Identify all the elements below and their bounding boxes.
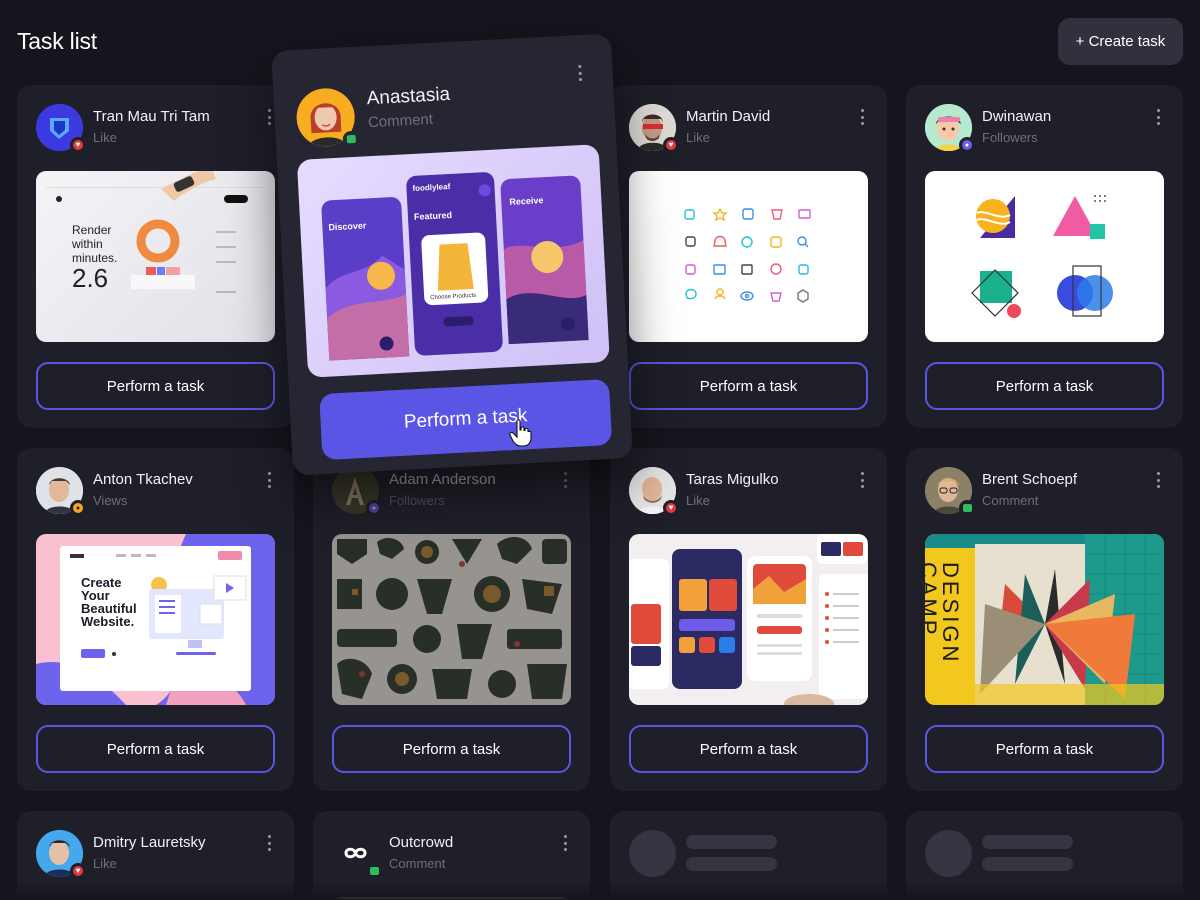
skeleton-line [686,835,777,849]
user-name: Adam Anderson [389,471,496,488]
heart-badge-icon: ♥ [70,863,86,879]
user-name: Brent Schoepf [982,471,1078,488]
hand-pointer-icon [509,419,532,447]
task-card: Brent Schoepf Comment DESIGN CAMP Perfor… [906,448,1183,791]
task-card: ● Anton Tkachev Views Create Your Beauti… [17,448,294,791]
comment-badge-icon [366,863,382,879]
avatar[interactable] [332,830,382,879]
create-task-button[interactable]: + Create task [1058,18,1183,65]
followers-badge-icon: ● [366,500,382,516]
more-options-icon[interactable] [576,65,583,82]
action-type: Comment [982,493,1039,508]
task-preview-image: Discover foodlyleaf Featured Receive Cho… [296,144,610,378]
more-options-icon[interactable] [562,472,568,488]
skeleton-line [982,857,1073,871]
more-options-icon[interactable] [266,472,272,488]
more-options-icon[interactable] [562,835,568,851]
bottom-fade [0,880,1200,900]
task-card: ♥ Martin David Like Perform a task [610,85,887,428]
user-name: Tran Mau Tri Tam [93,108,210,125]
task-preview-image: DESIGN CAMP [925,534,1164,705]
task-preview-image [629,534,868,705]
skeleton-line [982,835,1073,849]
user-name: Anastasia [366,83,451,110]
action-type: Like [686,493,710,508]
preview-text: Render [72,223,112,237]
preview-text: Featured [413,209,453,222]
task-card: ♥ Taras Migulko Like Perform a task [610,448,887,791]
preview-text: Website. [81,614,135,629]
preview-text: Receive [509,195,544,207]
preview-number: 2.6 [72,263,109,293]
dragged-task-card[interactable]: Anastasia Comment Discover foodlyleaf Fe… [271,33,633,476]
avatar[interactable]: ● [925,104,975,153]
preview-text: within [72,237,103,251]
heart-badge-icon: ♥ [70,137,86,153]
task-preview-image: Create Your Beautiful Website. [36,534,275,705]
preview-text: CAMP [925,562,941,638]
user-name: Martin David [686,108,771,125]
task-card: ● Adam Anderson Followers Perform a task [313,448,590,791]
more-options-icon[interactable] [859,472,865,488]
avatar[interactable]: ♥ [629,467,679,516]
avatar[interactable]: ● [36,467,86,516]
skeleton-avatar [925,830,972,877]
perform-task-button[interactable]: Perform a task [925,362,1164,410]
followers-badge-icon: ● [959,137,975,153]
heart-badge-icon: ♥ [663,500,679,516]
action-type: Views [93,493,128,508]
action-type: Like [93,856,117,871]
skeleton-avatar [629,830,676,877]
comment-badge-icon [959,500,975,516]
avatar[interactable] [925,467,975,516]
task-preview-image: Render within minutes. 2.6 [36,171,275,342]
task-preview-image [629,171,868,342]
avatar[interactable]: ♥ [629,104,679,153]
perform-task-button[interactable]: Perform a task [36,725,275,773]
more-options-icon[interactable] [266,109,272,125]
task-card: ♥ Tran Mau Tri Tam Like Render within mi… [17,85,294,428]
perform-task-button[interactable]: Perform a task [36,362,275,410]
action-type: Comment [389,856,446,871]
user-name: Taras Migulko [686,471,779,488]
user-name: Anton Tkachev [93,471,193,488]
page-title: Task list [17,28,97,54]
more-options-icon[interactable] [1155,109,1161,125]
skeleton-line [686,857,777,871]
more-options-icon[interactable] [1155,472,1161,488]
user-name: Dwinawan [982,108,1052,125]
action-type: Followers [982,130,1038,145]
task-preview-image [925,171,1164,342]
avatar[interactable] [295,86,360,148]
comment-badge-icon [342,130,360,148]
perform-task-button[interactable]: Perform a task [925,725,1164,773]
avatar[interactable]: ♥ [36,830,86,879]
action-type: Like [93,130,117,145]
user-name: Dmitry Lauretsky [93,834,206,851]
action-type: Comment [367,110,434,132]
avatar[interactable]: ♥ [36,104,86,153]
avatar[interactable]: ● [332,467,382,516]
more-options-icon[interactable] [859,109,865,125]
perform-task-button[interactable]: Perform a task [629,362,868,410]
perform-task-button[interactable]: Perform a task [629,725,868,773]
task-card: ● Dwinawan Followers Perform a task [906,85,1183,428]
preview-text: Discover [328,220,367,233]
action-type: Like [686,130,710,145]
more-options-icon[interactable] [266,835,272,851]
eye-badge-icon: ● [70,500,86,516]
task-preview-image [332,534,571,705]
action-type: Followers [389,493,445,508]
user-name: Outcrowd [389,834,454,851]
perform-task-button[interactable]: Perform a task [332,725,571,773]
perform-task-button[interactable]: Perform a task [319,378,613,461]
heart-badge-icon: ♥ [663,137,679,153]
